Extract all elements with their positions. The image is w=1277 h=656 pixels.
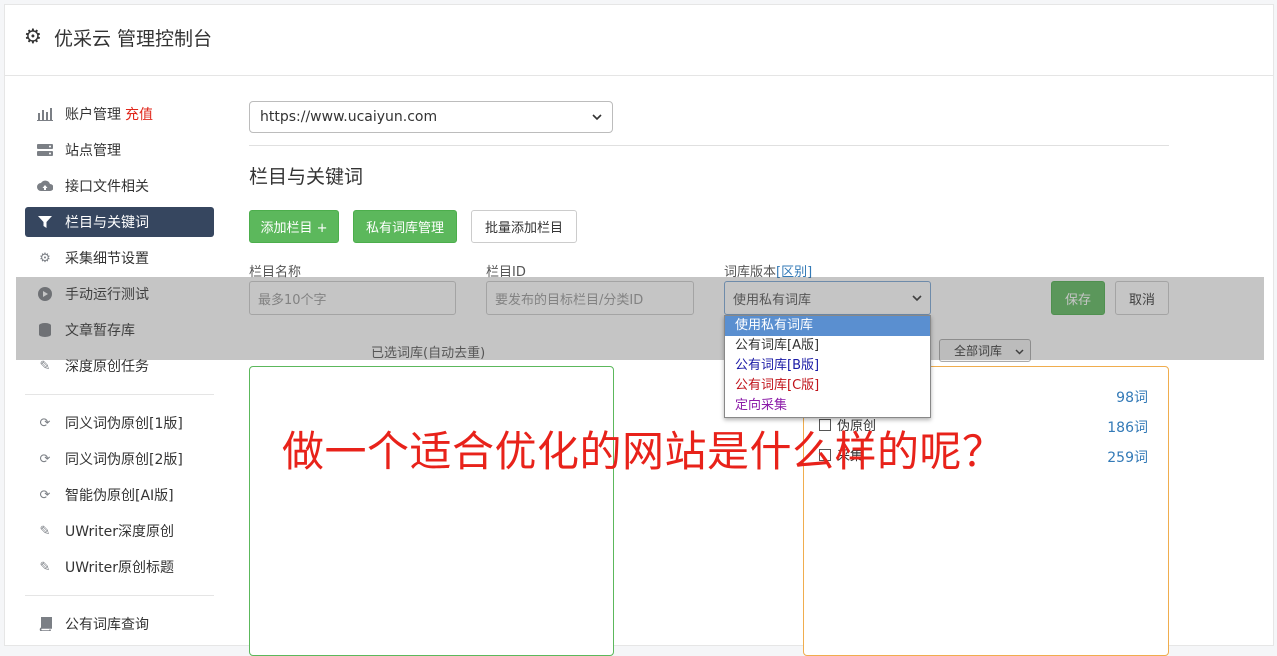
sidebar-item-uwriter-title[interactable]: ✎ UWriter原创标题 (25, 552, 214, 582)
sidebar-item-account[interactable]: 账户管理 充值 (25, 99, 214, 129)
sidebar-item-sites[interactable]: 站点管理 (25, 135, 214, 165)
add-column-button[interactable]: 添加栏目 + (249, 210, 339, 243)
header: ⚙ 优采云 管理控制台 (5, 5, 1273, 76)
book-icon (37, 616, 53, 632)
chevron-down-icon (592, 109, 602, 125)
dropdown-option[interactable]: 公有词库[C版] (725, 376, 930, 396)
batch-add-column-button[interactable]: 批量添加栏目 (471, 210, 577, 243)
edit-icon: ✎ (39, 523, 51, 539)
library-version-dropdown[interactable]: 使用私有词库 公有词库[A版] 公有词库[B版] 公有词库[C版] 定向采集 (724, 315, 931, 418)
sidebar-item-synonym-1[interactable]: ⟳ 同义词伪原创[1版] (25, 408, 214, 438)
dropdown-option[interactable]: 定向采集 (725, 396, 930, 416)
sidebar-divider (25, 595, 214, 596)
refresh-icon: ⟳ (39, 451, 51, 467)
sidebar-item-public-lib[interactable]: 公有词库查询 (25, 609, 214, 639)
edit-icon: ✎ (39, 559, 51, 575)
sidebar-item-label: 接口文件相关 (65, 179, 149, 195)
sidebar-item-columns[interactable]: 栏目与关键词 (25, 207, 214, 237)
edit-icon: ✎ (39, 358, 51, 374)
sidebar-item-interface[interactable]: 接口文件相关 (25, 171, 214, 201)
dropdown-option[interactable]: 使用私有词库 (725, 316, 930, 336)
divider (249, 145, 1169, 146)
gray-overlay (16, 277, 1264, 360)
refresh-icon: ⟳ (39, 487, 51, 503)
bar-chart-icon (37, 106, 53, 122)
gears-icon: ⚙ (39, 250, 51, 266)
sidebar-item-label: 公有词库查询 (65, 617, 149, 633)
dropdown-option[interactable]: 公有词库[A版] (725, 336, 930, 356)
sidebar-item-label: 智能伪原创[AI版] (65, 488, 174, 504)
site-select-value: https://www.ucaiyun.com (260, 109, 438, 125)
main-panel: ⚙ 优采云 管理控制台 账户管理 充值 站点管理 接口文件相关 栏目与关键词 ⚙… (4, 4, 1274, 656)
private-library-button[interactable]: 私有词库管理 (353, 210, 457, 243)
sidebar-item-label: 站点管理 (65, 143, 121, 159)
section-title: 栏目与关键词 (249, 166, 364, 188)
sidebar-item-label: 账户管理 (65, 107, 121, 123)
gear-icon: ⚙ (24, 24, 42, 48)
sidebar-item-uwriter-deep[interactable]: ✎ UWriter深度原创 (25, 516, 214, 546)
selected-library-box[interactable] (249, 366, 614, 656)
sidebar-item-label: 同义词伪原创[1版] (65, 416, 183, 432)
cloud-upload-icon (37, 178, 53, 194)
page-title: 优采云 管理控制台 (54, 28, 213, 50)
filter-icon (37, 214, 53, 230)
library-count: 186词 (1107, 420, 1148, 436)
sidebar-divider (25, 394, 214, 395)
dropdown-option[interactable]: 公有词库[B版] (725, 356, 930, 376)
server-icon (37, 142, 53, 158)
site-select[interactable]: https://www.ucaiyun.com (249, 101, 613, 133)
library-count: 98词 (1116, 390, 1148, 406)
sidebar-item-synonym-2[interactable]: ⟳ 同义词伪原创[2版] (25, 444, 214, 474)
sidebar-item-label: 栏目与关键词 (65, 215, 149, 231)
sidebar-item-label: UWriter原创标题 (65, 560, 174, 576)
sidebar-item-ai-rewrite[interactable]: ⟳ 智能伪原创[AI版] (25, 480, 214, 510)
sidebar-item-collect-settings[interactable]: ⚙ 采集细节设置 (25, 243, 214, 273)
library-count: 259词 (1107, 450, 1148, 466)
sidebar-item-label: 同义词伪原创[2版] (65, 452, 183, 468)
sidebar-item-label: 采集细节设置 (65, 251, 149, 267)
sidebar-item-label: UWriter深度原创 (65, 524, 174, 540)
headline-text: 做一个适合优化的网站是什么样的呢？ (282, 427, 1005, 476)
refresh-icon: ⟳ (39, 415, 51, 431)
recharge-link[interactable]: 充值 (125, 104, 153, 124)
